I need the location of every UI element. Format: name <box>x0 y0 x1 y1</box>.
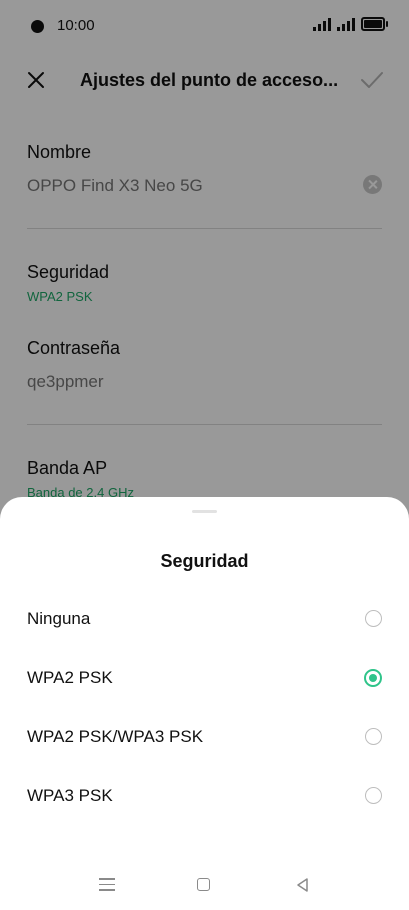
option-label: WPA2 PSK/WPA3 PSK <box>27 727 204 746</box>
security-bottom-sheet: Seguridad Ninguna WPA2 PSK WPA2 PSK/WPA3… <box>0 497 409 910</box>
drag-handle[interactable] <box>192 510 217 513</box>
option-wpa2-wpa3-psk[interactable]: WPA2 PSK/WPA3 PSK <box>0 709 409 765</box>
radio-icon[interactable] <box>365 728 382 745</box>
radio-icon[interactable] <box>365 787 382 804</box>
menu-icon[interactable] <box>99 878 115 892</box>
option-wpa2-psk[interactable]: WPA2 PSK <box>0 650 409 706</box>
back-icon[interactable] <box>295 877 311 893</box>
option-label: WPA3 PSK <box>27 786 113 805</box>
option-label: WPA2 PSK <box>27 668 113 687</box>
option-ninguna[interactable]: Ninguna <box>0 591 409 647</box>
navigation-bar <box>0 866 409 906</box>
option-wpa3-psk[interactable]: WPA3 PSK <box>0 768 409 824</box>
home-icon[interactable] <box>197 878 210 891</box>
sheet-title: Seguridad <box>160 551 249 571</box>
option-label: Ninguna <box>27 609 91 628</box>
radio-icon[interactable] <box>365 610 382 627</box>
radio-selected-icon[interactable] <box>364 669 382 687</box>
